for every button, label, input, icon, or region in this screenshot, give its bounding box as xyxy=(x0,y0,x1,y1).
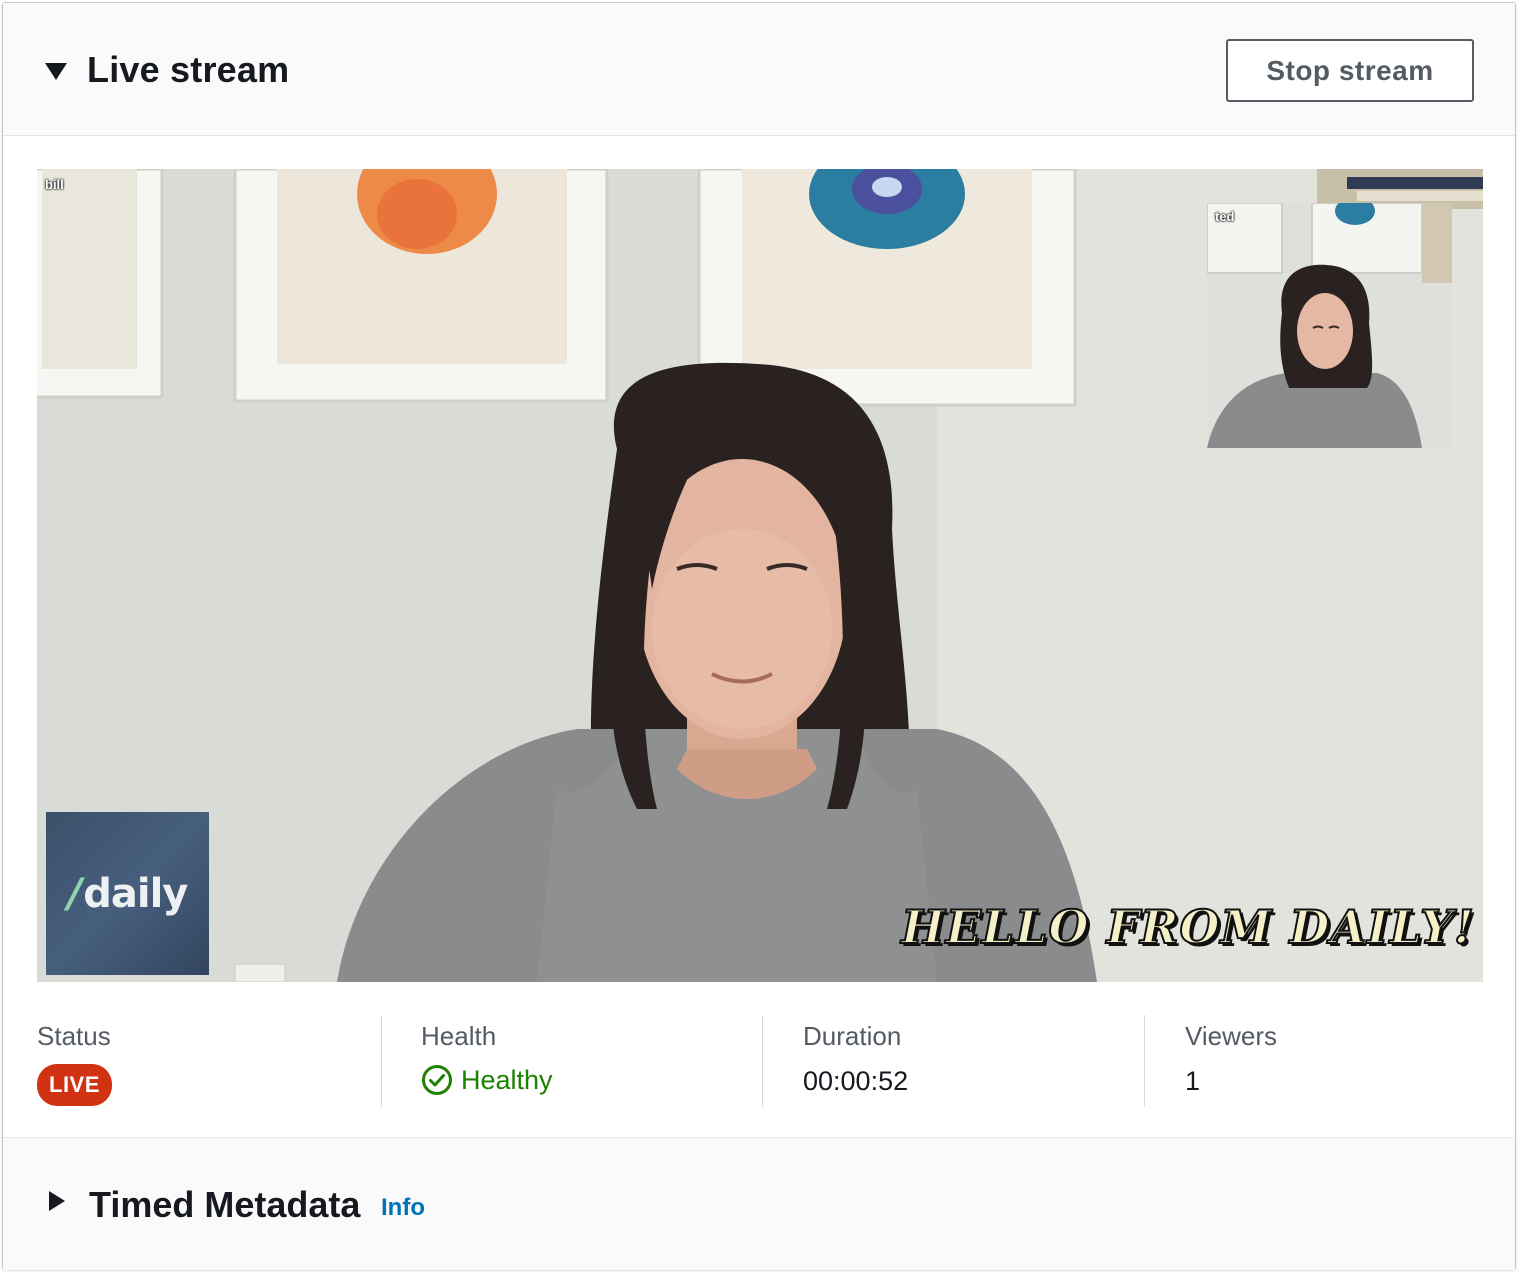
status-label: Status xyxy=(37,1021,111,1051)
stat-divider xyxy=(762,1015,763,1107)
health-text: Healthy xyxy=(461,1064,553,1095)
pip-frame-image xyxy=(1207,203,1452,448)
stat-divider xyxy=(1144,1015,1145,1107)
video-player[interactable]: bill ted /daily Hello from Daily! xyxy=(37,169,1483,982)
participant-name-ted: ted xyxy=(1215,209,1235,224)
timed-metadata-title[interactable]: Timed Metadata xyxy=(89,1184,360,1226)
check-circle-icon xyxy=(422,1065,452,1095)
participant-name-bill: bill xyxy=(45,177,64,192)
health-value: Healthy xyxy=(421,1064,761,1096)
logo-slash: / xyxy=(67,870,83,917)
health-label: Health xyxy=(421,1021,497,1051)
stream-stats: Status LIVE Health Healthy Duration 00:0… xyxy=(37,1015,1483,1107)
viewers-label: Viewers xyxy=(1185,1021,1278,1051)
stat-divider xyxy=(381,1015,382,1107)
duration-label: Duration xyxy=(803,1021,902,1051)
picture-in-picture-video[interactable]: ted xyxy=(1207,203,1452,448)
logo-text: /daily xyxy=(67,870,189,917)
viewers-value: 1 xyxy=(1185,1066,1201,1096)
caret-right-icon[interactable] xyxy=(49,1191,65,1211)
live-stream-panel: Live stream Stop stream bill ted /daily … xyxy=(2,2,1516,1270)
timed-metadata-section: Timed Metadata Info xyxy=(3,1137,1515,1270)
overlay-caption: Hello from Daily! xyxy=(900,899,1475,955)
stat-health: Health Healthy xyxy=(421,1015,761,1107)
panel-title[interactable]: Live stream xyxy=(87,49,289,91)
panel-header: Live stream Stop stream xyxy=(3,3,1515,136)
info-link[interactable]: Info xyxy=(381,1194,425,1222)
duration-value: 00:00:52 xyxy=(803,1066,909,1096)
stat-duration: Duration 00:00:52 xyxy=(803,1015,1143,1107)
stat-status: Status LIVE xyxy=(37,1015,377,1107)
daily-logo: /daily xyxy=(46,812,209,975)
live-status-badge: LIVE xyxy=(37,1064,112,1106)
caret-down-icon[interactable] xyxy=(45,63,67,80)
stat-viewers: Viewers 1 xyxy=(1185,1015,1483,1107)
stop-stream-button[interactable]: Stop stream xyxy=(1226,39,1474,102)
